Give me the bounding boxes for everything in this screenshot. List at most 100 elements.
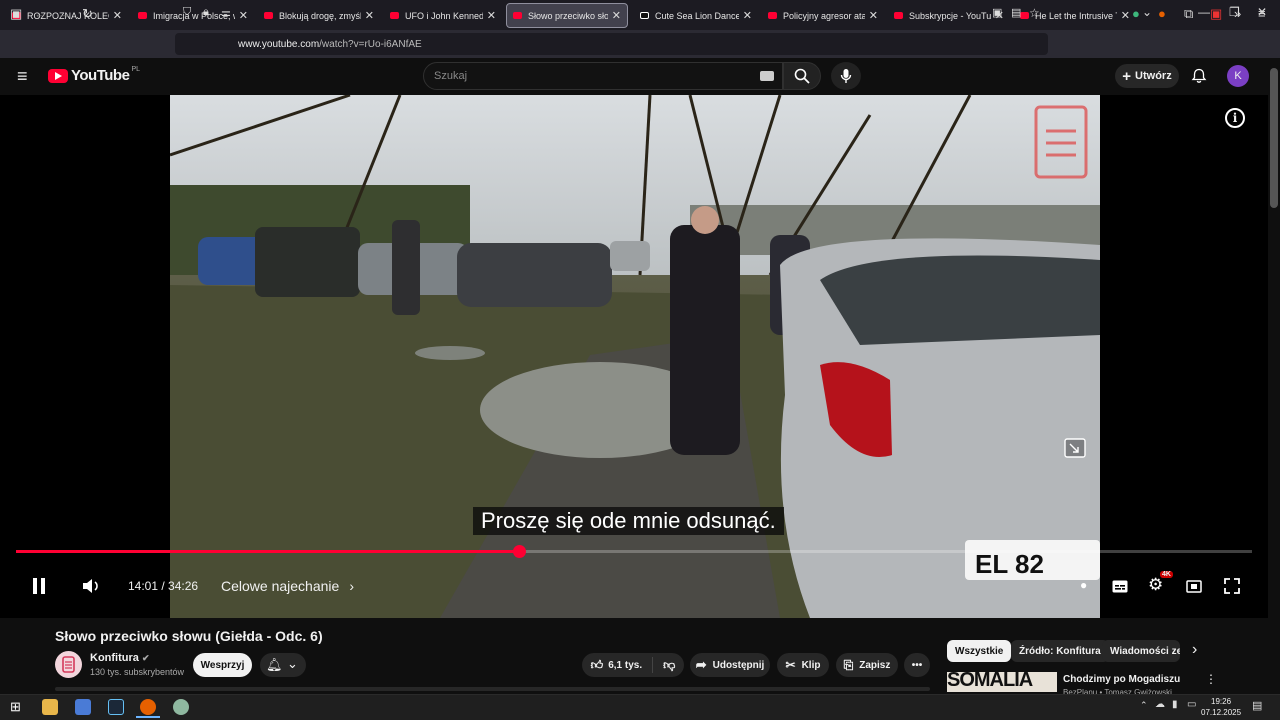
channel-name[interactable]: Konfitura ✔ — [90, 652, 150, 664]
theater-mode-icon[interactable] — [1186, 580, 1202, 593]
pip-icon[interactable]: ▣ — [992, 6, 1002, 19]
browser-tab[interactable]: Cute Sea Lion Dance Cor ✕ — [634, 3, 758, 28]
share-button[interactable]: ➦ Udostępnij — [690, 653, 770, 677]
close-tab-icon[interactable]: ✕ — [113, 9, 122, 22]
extension-fox-icon[interactable]: ● — [1158, 6, 1166, 21]
recommendation-thumbnail[interactable]: SOMALIA — [947, 672, 1057, 692]
tab-title: He Let the Intrusive Thou — [1035, 10, 1117, 21]
browser-tab[interactable]: Imigracja w Polsce, wsch✕ — [132, 3, 254, 28]
subtitles-icon[interactable] — [1112, 580, 1128, 593]
info-icon[interactable]: i — [1225, 108, 1245, 128]
close-tab-icon[interactable]: ✕ — [239, 9, 248, 22]
subscriber-count: 130 tys. subskrybentów — [90, 667, 185, 677]
youtube-logo[interactable]: YouTube PL — [48, 66, 140, 84]
create-button[interactable]: + Utwórz — [1115, 64, 1179, 88]
bookmark-star-icon[interactable]: ☆ — [1029, 6, 1040, 20]
chapter-label: Celowe najechanie — [221, 578, 340, 594]
notifications-bell-icon[interactable] — [1191, 68, 1207, 84]
hamburger-icon[interactable]: ≡ — [17, 66, 28, 87]
close-tab-icon[interactable]: ✕ — [743, 9, 752, 22]
browser-tab[interactable]: Blokują drogę, zmyślają ✕ — [258, 3, 380, 28]
scrubber-knob[interactable] — [513, 545, 527, 558]
fullscreen-icon[interactable] — [1224, 578, 1240, 594]
support-button[interactable]: Wesprzyj — [193, 653, 252, 677]
divider — [652, 657, 654, 673]
youtube-icon — [768, 12, 777, 19]
tab-title: Blokują drogę, zmyślają — [279, 10, 361, 21]
close-tab-icon[interactable]: ✕ — [487, 9, 496, 22]
app-icon[interactable] — [173, 699, 189, 715]
progress-bar[interactable] — [16, 545, 1252, 558]
chapter-title[interactable]: Celowe najechanie › — [221, 578, 354, 594]
video-frame[interactable]: EL 82 — [170, 95, 1100, 618]
menu-icon[interactable]: ≡ — [1258, 6, 1266, 21]
extension-badge-icon[interactable]: ▣ — [1210, 6, 1222, 22]
firefox-icon[interactable] — [140, 699, 156, 715]
search-input[interactable] — [424, 63, 744, 89]
usb-icon[interactable]: ▮ — [1172, 699, 1178, 710]
volume-icon[interactable] — [82, 578, 100, 594]
permissions-icon[interactable]: ⚌ — [221, 6, 231, 19]
scrollbar-thumb[interactable] — [1270, 68, 1278, 208]
reader-icon[interactable]: ▤ — [1011, 6, 1021, 19]
search-box[interactable] — [423, 62, 783, 90]
subscription-bell-button[interactable]: 🔔︎ ⌄ — [260, 653, 306, 677]
search-button[interactable] — [783, 62, 821, 90]
more-actions-button[interactable]: ••• — [904, 653, 930, 677]
file-explorer-icon[interactable] — [42, 699, 58, 715]
chips-next-icon[interactable]: › — [1192, 641, 1197, 659]
tray-chevron-icon[interactable]: ⌃ — [1140, 700, 1148, 711]
extension-shield-icon[interactable]: ● — [1132, 6, 1140, 21]
steam-icon[interactable] — [108, 699, 124, 715]
cloud-icon[interactable]: ☁ — [1155, 699, 1165, 710]
system-clock[interactable]: 19:26 07.12.2025 — [1201, 696, 1241, 718]
chip-all[interactable]: Wszystkie — [947, 640, 1012, 662]
browser-tab[interactable]: Słowo przeciwko sło ✕ — [506, 3, 628, 28]
pause-icon[interactable] — [30, 577, 48, 595]
like-button[interactable]: 👍︎ 6,1 tys. — [591, 658, 642, 673]
lock-icon[interactable]: 🔒︎ — [203, 6, 209, 19]
create-label: Utwórz — [1135, 70, 1172, 82]
tab-list-icon[interactable]: ⌄ — [1142, 5, 1152, 19]
save-button[interactable]: ⎘ Zapisz — [836, 653, 898, 677]
sidebar-toggle-icon[interactable]: ▣ — [10, 6, 22, 22]
like-dislike-group: 👍︎ 6,1 tys. 👎︎ — [582, 653, 684, 677]
remote-desktop-icon[interactable] — [75, 699, 91, 715]
browser-tab[interactable]: UFO i John Kennedy - Po ✕ — [384, 3, 502, 28]
close-tab-icon[interactable]: ✕ — [869, 9, 878, 22]
chip-news[interactable]: Wiadomości ze — [1102, 640, 1180, 662]
close-tab-icon[interactable]: ✕ — [365, 9, 374, 22]
shield-icon[interactable]: ⛉ — [183, 6, 191, 19]
overflow-icon[interactable]: » — [1234, 6, 1241, 21]
keyboard-icon[interactable] — [760, 71, 774, 81]
forward-icon[interactable]: → — [58, 6, 71, 21]
youtube-play-icon — [48, 68, 68, 83]
autoplay-toggle-icon[interactable]: ● — [1080, 578, 1087, 592]
network-icon[interactable]: ▭ — [1187, 699, 1196, 710]
close-tab-icon[interactable]: ✕ — [1121, 9, 1130, 22]
browser-tab[interactable]: Policyjny agresor atakuje ✕ — [762, 3, 884, 28]
tab-title: Subskrypcje - YouTube — [909, 10, 991, 21]
back-icon[interactable]: ← — [34, 6, 47, 21]
clock-date: 07.12.2025 — [1201, 708, 1242, 717]
chip-source[interactable]: Źródło: Konfitura — [1011, 640, 1109, 662]
clip-button[interactable]: ✂ Klip — [777, 653, 829, 677]
windows-start-icon[interactable]: ⊞ — [10, 699, 21, 715]
reload-icon[interactable]: ↻ — [82, 6, 93, 22]
extensions-icon[interactable]: ⧉ — [1184, 6, 1193, 22]
page-scrollbar[interactable] — [1268, 58, 1280, 694]
kebab-menu-icon[interactable]: ⋮ — [1205, 672, 1217, 686]
taskbar — [0, 694, 1280, 720]
notifications-center-icon[interactable]: ▤ — [1252, 699, 1262, 712]
dislike-button[interactable]: 👎︎ — [663, 658, 675, 673]
channel-avatar[interactable] — [55, 651, 82, 678]
close-tab-icon[interactable]: ✕ — [612, 9, 621, 22]
miniplayer-expand-icon[interactable] — [1064, 438, 1086, 458]
minimize-icon[interactable]: — — [1198, 5, 1210, 19]
avatar[interactable]: K — [1227, 65, 1249, 87]
url-text[interactable]: www.youtube.com/watch?v=rUo-i6ANfAE — [238, 39, 422, 50]
recommendation-title[interactable]: Chodzimy po Mogadiszu — [1063, 674, 1180, 685]
description-box[interactable] — [55, 687, 930, 691]
voice-search-button[interactable] — [831, 62, 861, 90]
settings-gear-icon[interactable]: ⚙ — [1148, 575, 1163, 595]
